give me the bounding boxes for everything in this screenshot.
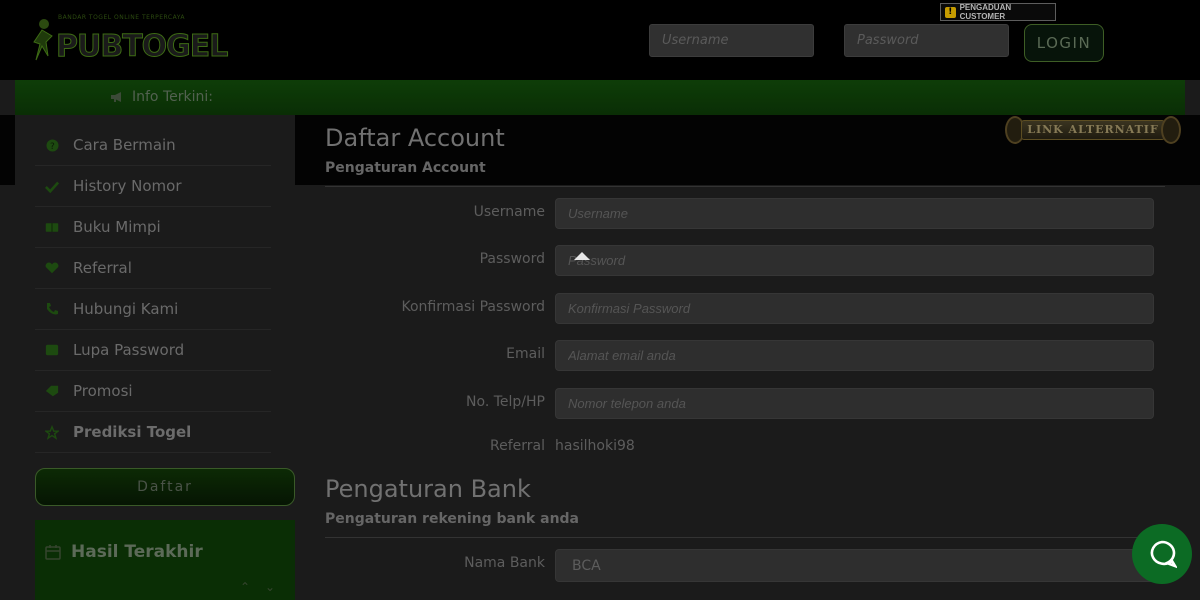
sidebar-item-label: Buku Mimpi [73,218,161,236]
chat-bubble-icon [1150,540,1177,569]
info-label: Info Terkini: [132,89,213,105]
sidebar-item-label: Cara Bermain [73,136,176,154]
phone-label: No. Telp/HP [466,394,545,410]
sidebar-item-referral[interactable]: Referral [35,248,271,289]
confirm-password-label: Konfirmasi Password [401,299,546,315]
warning-icon: ! [945,6,956,18]
header-username-input[interactable] [649,24,814,57]
complaint-label: PENGADUAN CUSTOMER [959,3,1012,21]
chevron-up-icon[interactable]: ⌃ [240,580,250,594]
daftar-button[interactable]: Daftar [35,468,295,506]
bank-title: Pengaturan Bank [325,475,531,503]
sidebar-item-history-nomor[interactable]: History Nomor [35,166,271,207]
info-bar: Info Terkini: [15,80,1185,115]
megaphone-icon [111,92,121,102]
mascot-icon [33,19,53,61]
registration-form: Daftar Account Pengaturan Account Userna… [325,115,1165,600]
account-subtitle: Pengaturan Account [325,160,486,176]
account-title: Daftar Account [325,124,505,152]
svg-text:?: ? [50,142,55,152]
calendar-icon [45,545,61,560]
sidebar-item-lupa-password[interactable]: Lupa Password [35,330,271,371]
sidebar-item-prediksi-togel[interactable]: Prediksi Togel [35,412,271,453]
password-field[interactable] [555,245,1154,276]
sidebar-item-label: Lupa Password [73,341,185,359]
mouse-cursor-icon [574,252,590,260]
key-icon [45,343,59,357]
bank-select[interactable]: BCA [555,549,1154,582]
complaint-badge[interactable]: ! PENGADUAN CUSTOMER [940,3,1056,21]
sidebar-item-label: Promosi [73,382,133,400]
bank-name-label: Nama Bank [464,555,545,571]
password-label: Password [479,251,545,267]
sidebar-item-promosi[interactable]: Promosi [35,371,271,412]
star-icon [45,424,59,440]
divider [325,186,1165,187]
email-label: Email [506,346,545,362]
check-icon [45,179,59,193]
phone-field[interactable] [555,388,1154,419]
chevron-down-icon[interactable]: ⌄ [265,580,275,594]
logo-tagline: BANDAR TOGEL ONLINE TERPERCAYA [58,14,186,21]
sidebar-item-label: Prediksi Togel [73,423,192,441]
bank-subtitle: Pengaturan rekening bank anda [325,511,580,527]
username-label: Username [473,204,545,220]
sidebar-item-hubungi-kami[interactable]: Hubungi Kami [35,289,271,330]
login-button[interactable]: LOGIN [1024,24,1104,62]
email-field[interactable] [555,340,1154,371]
sidebar-item-cara-bermain[interactable]: ? Cara Bermain [35,125,271,166]
logo-text: PUBTOGEL [55,29,228,65]
tag-icon [45,384,59,398]
confirm-password-field[interactable] [555,293,1154,324]
sidebar-menu: ? Cara Bermain History Nomor Buku Mimpi … [35,125,271,453]
username-field[interactable] [555,198,1154,229]
live-chat-button[interactable] [1132,524,1192,584]
question-icon: ? [45,138,59,152]
hasil-terakhir-title: Hasil Terakhir [71,542,203,562]
sidebar-item-label: Hubungi Kami [73,300,179,318]
header: BANDAR TOGEL ONLINE TERPERCAYA PUBTOGEL … [0,0,1200,80]
hasil-terakhir-panel: Hasil Terakhir ⌃ ⌄ [35,520,295,600]
phone-icon [45,302,59,316]
referral-value: hasilhoki98 [555,438,635,454]
sidebar-item-label: History Nomor [73,177,182,195]
site-logo[interactable]: BANDAR TOGEL ONLINE TERPERCAYA PUBTOGEL [28,12,229,65]
heart-icon [45,261,59,275]
header-password-input[interactable] [844,24,1009,57]
referral-label: Referral [490,438,545,454]
sidebar: ? Cara Bermain History Nomor Buku Mimpi … [15,115,295,600]
sidebar-item-buku-mimpi[interactable]: Buku Mimpi [35,207,271,248]
divider [325,537,1165,538]
book-icon [45,220,59,234]
sidebar-item-label: Referral [73,259,132,277]
